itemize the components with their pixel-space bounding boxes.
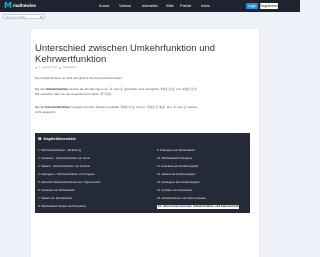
nav-item-interaktiv[interactable]: Interaktiv <box>142 3 158 9</box>
toc-item[interactable]: 11. Kosekans als Funktionsgraph <box>157 165 257 169</box>
toc-item[interactable]: 12. Sekans als Funktionsgraph <box>157 173 257 177</box>
code-snippet: f(y) = x <box>181 87 198 91</box>
toc-item[interactable]: 13. Kotangens als Funktionsgraph <box>157 181 257 185</box>
article-meta: 1. Januar, 11:00 Mathewise <box>35 66 76 70</box>
toc-item[interactable]: 2. Kosekans - Kehrwertfunktion von Sinus <box>38 157 138 161</box>
search-input[interactable]: Suche im Wiki <box>3 14 45 19</box>
term-umkehrfunktion: Umkehrfunktion <box>45 87 69 91</box>
paragraph-umkehr-line2: Wir schreiben dann für die umgekehrte Fu… <box>35 92 113 96</box>
toc-item[interactable]: 8. Wechselkraft Sekans und Kosekans <box>38 205 138 209</box>
article-date: 1. Januar, 11:00 <box>39 66 58 69</box>
toc-item[interactable]: 6. Kosekans am Einheitskreis <box>38 189 138 193</box>
toc-item[interactable]: 7. Sekans am Einheitskreis <box>38 197 138 201</box>
code-snippet: f(x) = y <box>119 105 136 109</box>
article-title: Unterschied zwischen Umkehrfunktion und … <box>35 43 216 65</box>
article-author[interactable]: Mathewise <box>63 66 75 70</box>
code-snippet: f⁻¹(x) <box>99 92 112 96</box>
toc-item[interactable]: 3. Sekans - Kehrwertfunktion von Kosinus <box>38 165 138 169</box>
toc-item[interactable]: 15. Arkusfunktionen von Sinus herleiten <box>157 197 257 201</box>
search-placeholder: Suche im Wiki <box>6 15 26 19</box>
logo-text: mathewise <box>12 3 36 8</box>
term-kehrwertfunktion: Kehrwertfunktion <box>45 105 71 109</box>
toc-item[interactable]: 14. Funktion von Arkustanus <box>157 189 257 193</box>
top-navbar: M mathewise Kurse Videos Interaktiv Wiki… <box>0 0 300 12</box>
book-icon <box>38 137 42 140</box>
toc-item[interactable]: 1. Kehrwertfunktionen - Einführung <box>38 149 138 153</box>
logo-mark: M <box>4 1 12 10</box>
code-snippet: f(x) = y <box>159 87 176 91</box>
nav-item-preise[interactable]: Preise <box>180 3 191 9</box>
toc-title: Kapitelübersicht: <box>43 136 77 141</box>
paragraph-kehrwert-line1: Bei der Kehrwertfunktion hingegen wird d… <box>35 105 198 109</box>
login-button[interactable]: Login <box>246 3 258 9</box>
logo[interactable]: M mathewise <box>4 2 36 10</box>
toc-item[interactable]: 9. Kotangens am Einheitskreis <box>157 149 257 153</box>
nav-item-videos[interactable]: Videos <box>119 3 131 9</box>
toc-header: Kapitelübersicht: <box>38 136 76 141</box>
paragraph-umkehr-line1: Bei der Umkehrfunktion werden die Zuordn… <box>35 87 198 91</box>
toc-item[interactable]: 10. Wechselkraft Kotangens <box>157 157 257 161</box>
article-card: Unterschied zwischen Umkehrfunktion und … <box>31 29 259 257</box>
toc-item-active[interactable]: 16. Unterschied zwischen Umkehrfunktion … <box>157 205 239 209</box>
toc-item[interactable]: 5. Übersicht Kehrwertfunktionen der Trig… <box>38 181 138 185</box>
toc-item[interactable]: 4. Kotangens - Kehrwertfunktion von Tang… <box>38 173 138 177</box>
paragraph-kehrwert-line2: nicht getauscht. <box>35 110 57 114</box>
nav-item-wiki[interactable]: Wiki <box>166 3 174 9</box>
table-of-contents: Kapitelübersicht: 1. Kehrwertfunktionen … <box>35 133 250 213</box>
nav-item-infos[interactable]: Infos <box>201 3 210 9</box>
nav-item-kurse[interactable]: Kurse <box>99 3 109 9</box>
register-button[interactable]: Registrieren <box>260 3 279 9</box>
calendar-icon <box>35 67 37 69</box>
intro-paragraph: Die Umkehrfunktion ist nicht das gleiche… <box>35 76 123 80</box>
code-snippet: f(x) = 1/y <box>146 105 166 109</box>
user-icon <box>59 67 62 69</box>
search-icon[interactable] <box>40 15 43 19</box>
